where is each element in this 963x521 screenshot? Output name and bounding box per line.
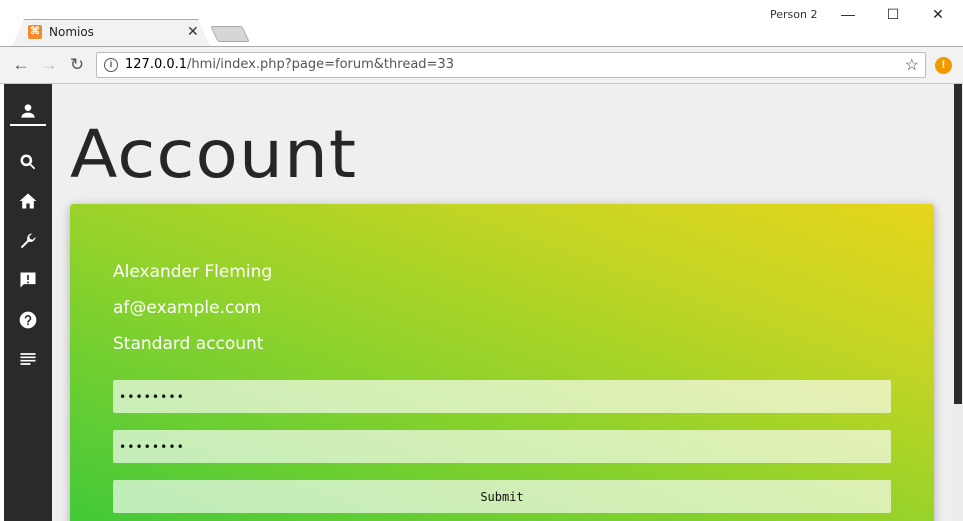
confirm-password-field[interactable] (113, 430, 891, 463)
minimize-button[interactable]: — (833, 4, 863, 24)
scrollbar-thumb[interactable] (954, 84, 962, 404)
maximize-button[interactable]: ☐ (878, 4, 908, 24)
wrench-icon (20, 233, 36, 249)
sidebar-item-feedback[interactable] (10, 266, 46, 294)
forward-button[interactable]: → (38, 54, 60, 76)
page-viewport: Account Alexander Fleming af@example.com… (0, 84, 963, 521)
tab-title: Nomios (49, 25, 94, 39)
xampp-favicon-icon: ⌘ (28, 25, 42, 39)
person-icon (21, 104, 35, 118)
home-icon (19, 193, 37, 209)
sidebar-item-list[interactable] (10, 345, 46, 373)
browser-titlebar: ⌘ Nomios ✕ Person 2 — ☐ ✕ (0, 0, 963, 47)
sidebar-item-home[interactable] (10, 187, 46, 215)
sidebar-item-tools[interactable] (10, 227, 46, 255)
tab-close-icon[interactable]: ✕ (187, 23, 199, 40)
browser-alert-icon[interactable]: ! (935, 57, 952, 74)
reload-button[interactable]: ↻ (66, 54, 88, 76)
address-bar[interactable]: i 127.0.0.1/hmi/index.php?page=forum&thr… (96, 52, 926, 78)
account-type: Standard account (113, 334, 264, 354)
profile-name[interactable]: Person 2 (770, 8, 817, 21)
account-name: Alexander Fleming (113, 262, 273, 282)
sidebar (4, 84, 52, 521)
password-field[interactable] (113, 380, 891, 413)
browser-toolbar: ← → ↻ i 127.0.0.1/hmi/index.php?page=for… (0, 47, 963, 84)
new-tab-button[interactable] (210, 26, 250, 42)
list-icon (20, 353, 36, 365)
url-text[interactable]: 127.0.0.1/hmi/index.php?page=forum&threa… (125, 57, 454, 72)
account-card: Alexander Fleming af@example.com Standar… (70, 204, 934, 521)
help-icon (19, 311, 37, 329)
browser-tab[interactable]: ⌘ Nomios ✕ (12, 19, 210, 46)
url-host: 127.0.0.1 (125, 57, 188, 72)
close-window-button[interactable]: ✕ (923, 4, 953, 24)
url-path: /hmi/index.php?page=forum&thread=33 (187, 57, 454, 72)
page-title: Account (70, 116, 358, 193)
sidebar-item-account[interactable] (10, 98, 46, 126)
submit-button[interactable]: Submit (113, 480, 891, 513)
sidebar-item-search[interactable] (10, 148, 46, 176)
scrollbar[interactable] (953, 84, 963, 521)
search-icon (20, 154, 36, 170)
site-info-icon[interactable]: i (104, 58, 118, 72)
feedback-icon (20, 272, 36, 288)
moon-icon (917, 105, 927, 125)
sidebar-item-help[interactable] (10, 306, 46, 334)
bookmark-star-icon[interactable]: ☆ (905, 55, 919, 75)
account-email: af@example.com (113, 298, 262, 318)
back-button[interactable]: ← (10, 54, 32, 76)
theme-toggle-button[interactable] (917, 104, 940, 126)
